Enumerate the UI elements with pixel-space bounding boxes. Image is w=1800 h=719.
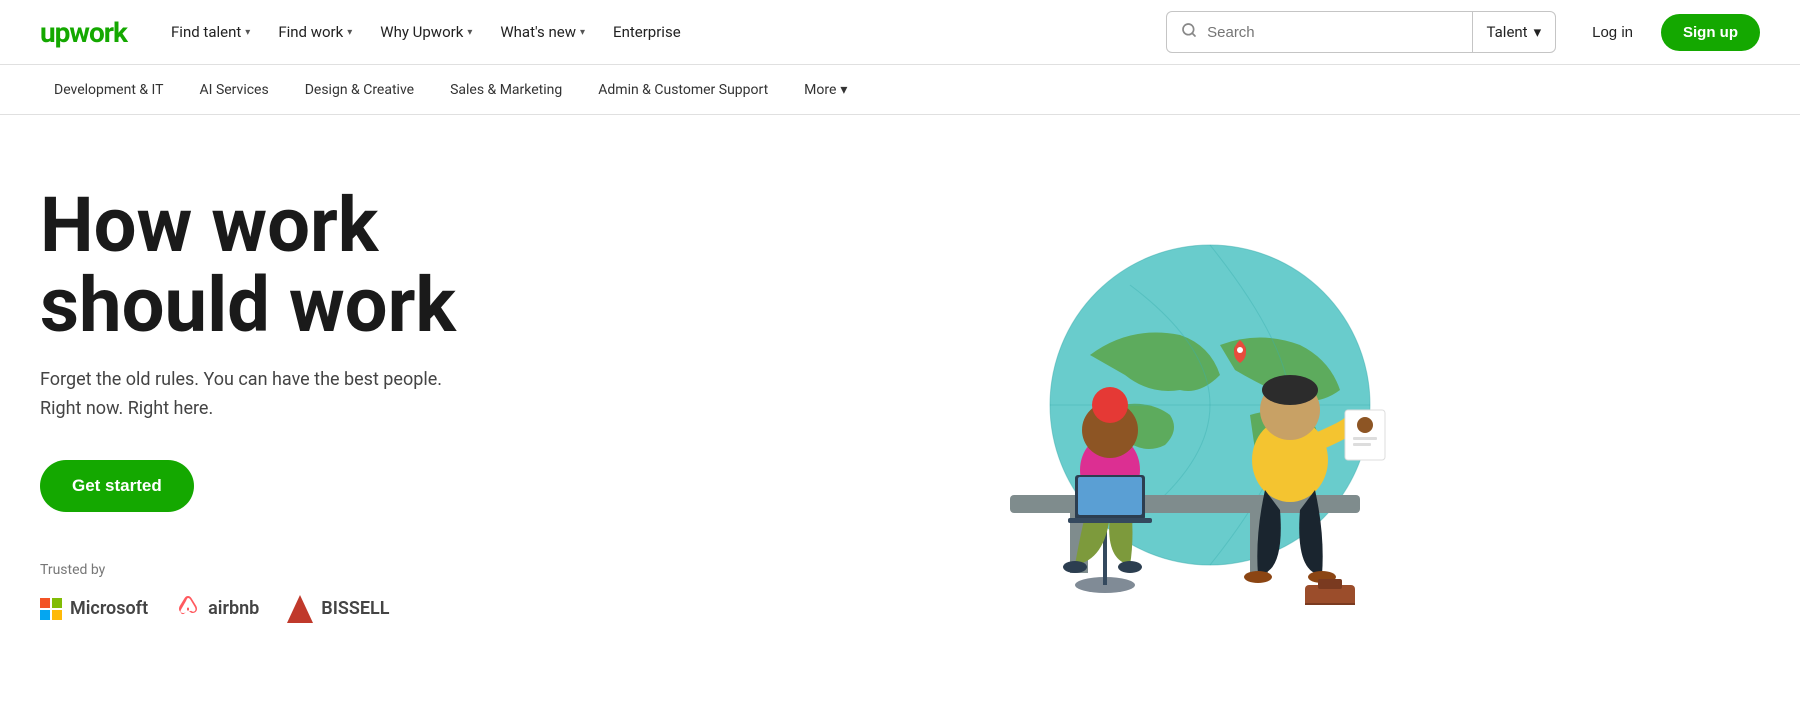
upwork-logo[interactable]: upwork [40,16,127,49]
trusted-logos: Microsoft airbnb BISSELL [40,594,640,624]
bissell-text: BISSELL [321,598,389,619]
nav-find-talent-chevron: ▾ [245,27,250,38]
trusted-label: Trusted by [40,562,640,578]
bissell-logo: BISSELL [287,595,389,623]
nav-enterprise-label: Enterprise [613,23,681,41]
hero-left: How work should work Forget the old rule… [40,186,640,623]
airbnb-logo: airbnb [176,594,259,624]
microsoft-text: Microsoft [70,598,148,619]
nav-find-work[interactable]: Find work ▾ [266,15,364,49]
hero-subtitle-line2: Right now. Right here. [40,398,213,419]
login-button[interactable]: Log in [1572,16,1653,49]
hero-subtitle-line1: Forget the old rules. You can have the b… [40,369,442,390]
signup-button[interactable]: Sign up [1661,14,1760,51]
nav-find-talent-label: Find talent [171,23,241,41]
hero-title: How work should work [40,186,640,346]
nav-links: Find talent ▾ Find work ▾ Why Upwork ▾ W… [159,15,1166,49]
sec-nav-ai-services[interactable]: AI Services [186,74,283,106]
search-wrapper: Talent ▾ [1166,11,1556,53]
hero-title-line1: How work [40,186,640,266]
secondary-navigation: Development & IT AI Services Design & Cr… [0,65,1800,115]
nav-whats-new-chevron: ▾ [580,27,585,38]
talent-dropdown-button[interactable]: Talent ▾ [1473,12,1556,52]
microsoft-logo: Microsoft [40,598,148,620]
sec-nav-sales-marketing[interactable]: Sales & Marketing [436,74,576,106]
nav-why-upwork[interactable]: Why Upwork ▾ [368,15,484,49]
nav-why-upwork-chevron: ▾ [467,27,472,38]
sec-nav-more[interactable]: More ▾ [790,74,861,106]
bissell-icon [287,595,313,623]
top-navigation: upwork Find talent ▾ Find work ▾ Why Upw… [0,0,1800,65]
talent-chevron-icon: ▾ [1534,23,1542,41]
sec-nav-more-chevron-icon: ▾ [840,82,847,98]
hero-right [640,175,1760,635]
search-input[interactable] [1207,24,1457,41]
sec-nav-dev-it[interactable]: Development & IT [40,74,178,106]
hero-title-line2: should work [40,266,640,346]
hero-section: How work should work Forget the old rule… [0,115,1800,675]
hero-subtitle: Forget the old rules. You can have the b… [40,366,640,424]
talent-label: Talent [1487,23,1528,41]
nav-enterprise[interactable]: Enterprise [601,15,693,49]
search-icon [1181,22,1197,42]
nav-whats-new[interactable]: What's new ▾ [488,15,597,49]
sec-nav-design-creative[interactable]: Design & Creative [291,74,428,106]
nav-whats-new-label: What's new [500,23,576,41]
airbnb-text: airbnb [208,598,259,619]
nav-find-work-label: Find work [278,23,343,41]
microsoft-icon [40,598,62,620]
sec-nav-admin-support[interactable]: Admin & Customer Support [584,74,782,106]
nav-why-upwork-label: Why Upwork [380,23,463,41]
search-inner [1167,22,1471,42]
trusted-section: Trusted by Microsoft [40,562,640,624]
nav-find-work-chevron: ▾ [347,27,352,38]
nav-actions: Log in Sign up [1572,14,1760,51]
airbnb-icon [176,594,200,624]
nav-find-talent[interactable]: Find talent ▾ [159,15,262,49]
hero-illustration [950,205,1450,605]
get-started-button[interactable]: Get started [40,460,194,512]
sec-nav-more-label: More [804,82,836,98]
